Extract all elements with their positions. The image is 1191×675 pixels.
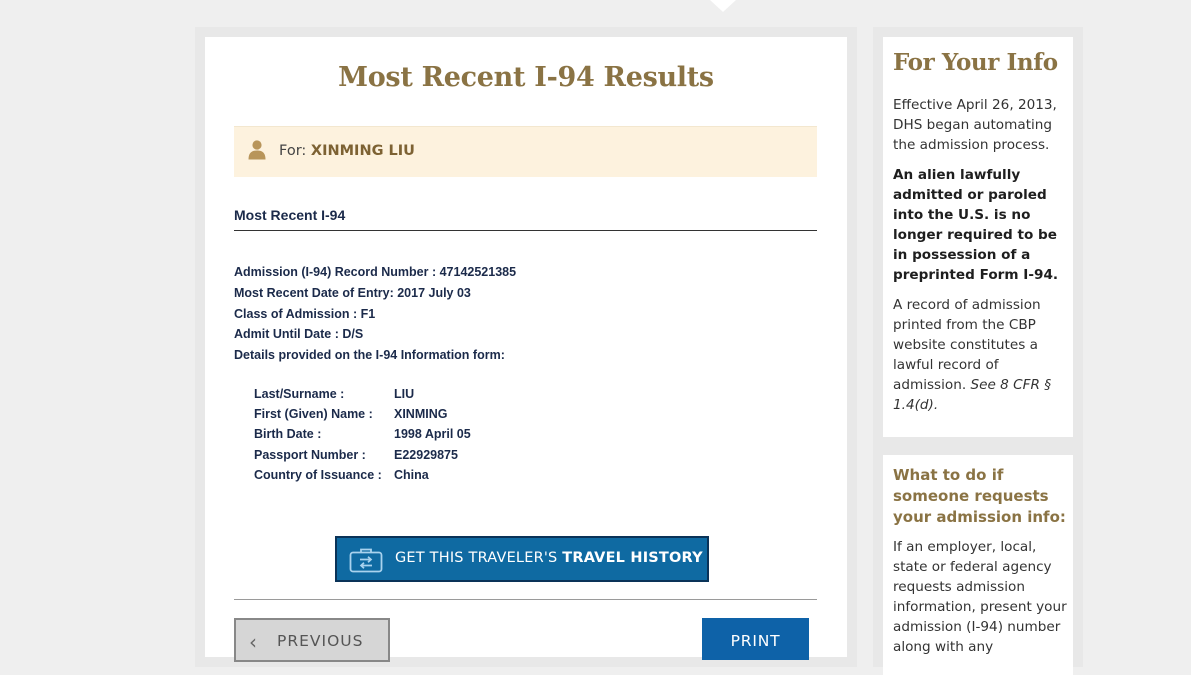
form-value: China [394,467,429,482]
traveler-banner: For: XINMING LIU [234,126,817,177]
sidebar-request-heading: What to do if someone requests your admi… [893,466,1066,526]
details-intro-line: Details provided on the I-94 Information… [234,348,505,363]
record-details: Admission (I-94) Record Number : 4714252… [234,262,516,366]
admit-until-line: Admit Until Date : D/S [234,327,364,342]
form-row-given-name: First (Given) Name : XINMING [254,404,471,424]
sidebar-request-para: If an employer, local, state or federal … [893,539,1067,655]
sidebar-para-automation: Effective April 26, 2013, DHS began auto… [893,97,1057,153]
section-title: Most Recent I-94 [234,207,346,223]
traveler-for-text: For: XINMING LIU [279,143,415,159]
form-row-country: Country of Issuance : China [254,465,471,485]
form-row-birth-date: Birth Date : 1998 April 05 [254,424,471,444]
print-label: PRINT [730,632,781,650]
form-row-surname: Last/Surname : LIU [254,384,471,404]
chevron-left-icon: ‹ [249,630,257,654]
form-label: Birth Date : [254,427,322,442]
page-notch [710,0,736,12]
form-value: 1998 April 05 [394,427,471,442]
form-row-passport: Passport Number : E22929875 [254,445,471,465]
form-value: XINMING [394,407,448,422]
sidebar-title: For Your Info [893,49,1058,76]
entry-date-line: Most Recent Date of Entry: 2017 July 03 [234,285,471,300]
form-value: E22929875 [394,447,458,462]
sidebar-info-card: For Your Info Effective April 26, 2013, … [883,37,1073,437]
record-number-line: Admission (I-94) Record Number : 4714252… [234,265,517,279]
form-label: Passport Number : [254,447,366,462]
form-label: Last/Surname : [254,387,345,401]
user-icon [248,140,266,160]
form-label: Country of Issuance : [254,467,382,482]
sidebar-para-alien-notice: An alien lawfully admitted or paroled in… [893,167,1059,283]
form-info-table: Last/Surname : LIU First (Given) Name : XI… [254,384,471,485]
travel-history-label: GET THIS TRAVELER'S TRAVEL HISTORY [395,550,703,566]
print-button[interactable]: PRINT [702,618,809,660]
form-value: LIU [394,387,415,401]
travel-history-bold: TRAVEL HISTORY [562,550,703,566]
bottom-divider [234,599,817,600]
section-divider [234,230,817,231]
travel-history-icon [349,548,383,573]
class-of-admission-line: Class of Admission : F1 [234,306,376,321]
travel-history-prefix: GET THIS TRAVELER'S [395,550,563,566]
sidebar-request-card: What to do if someone requests your admi… [883,455,1073,675]
previous-button[interactable]: ‹ PREVIOUS [234,618,390,662]
form-label: First (Given) Name : [254,407,373,422]
for-label: For: [279,143,307,159]
traveler-name: XINMING LIU [310,143,415,159]
sidebar-para-record: A record of admission printed from the C… [893,295,1069,415]
travel-history-button[interactable]: GET THIS TRAVELER'S TRAVEL HISTORY [335,536,709,582]
previous-label: PREVIOUS [277,632,364,650]
